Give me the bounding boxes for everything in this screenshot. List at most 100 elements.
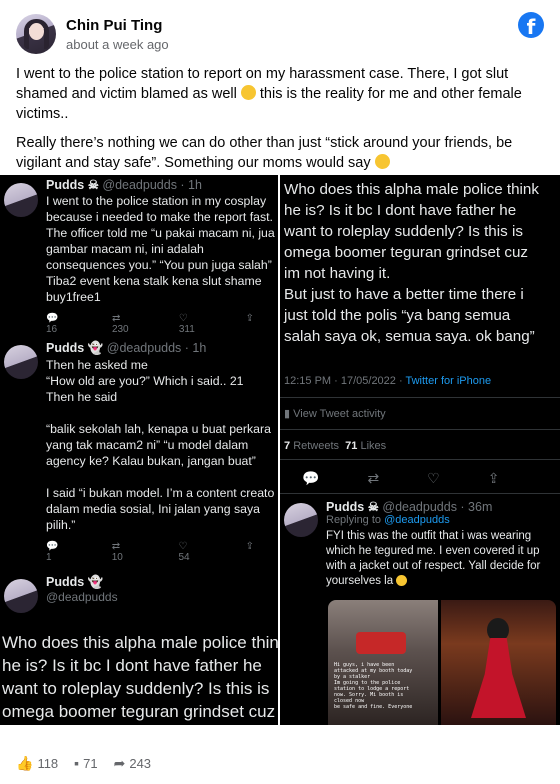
ghost-icon: 👻: [87, 341, 104, 355]
tweet-body: Pudds 👻 @deadpudds · 1h Then he asked me…: [46, 341, 276, 563]
ghost-icon: 👻: [87, 575, 104, 589]
retweet-icon: ⇄: [367, 470, 380, 486]
skull-icon: ☠: [367, 500, 379, 514]
share-stat[interactable]: ➦ 243: [114, 755, 151, 772]
tweet-avatar: [4, 579, 38, 613]
tweet-avatar: [284, 503, 318, 537]
post-text-2: Really there’s nothing we can do other t…: [16, 135, 513, 171]
facebook-icon: f: [518, 12, 544, 38]
sad-face-icon: [240, 85, 256, 100]
tweet-action-bar: 💬 ⇄ ♡ ⇪: [302, 470, 499, 487]
share-icon: ⇪: [487, 470, 500, 486]
divider: [280, 493, 560, 494]
tweet-text-large: Who does this alpha male police think he…: [284, 181, 539, 345]
bar-chart-icon: ▮: [284, 408, 291, 420]
tweet-text-large: Who does this alpha male police think he…: [2, 633, 280, 721]
replying-handle: @deadpudds: [384, 514, 450, 526]
comment-stat[interactable]: ▪ 71: [74, 755, 97, 771]
like-stat[interactable]: 👍 118: [16, 755, 58, 772]
like-count-value: 311: [178, 324, 195, 335]
tweet-text: Then he asked me “How old are you?” Whic…: [46, 358, 275, 532]
tweet-handle: @deadpudds · 1h: [102, 178, 202, 192]
post-meta: Chin Pui Ting about a week ago: [66, 17, 169, 52]
tweet-author: Pudds 👻: [46, 575, 276, 590]
author-name[interactable]: Chin Pui Ting: [66, 17, 169, 34]
tweet-avatar: [4, 345, 38, 379]
retweet-icon: ⇄: [111, 313, 121, 324]
reply-icon: 💬: [46, 541, 59, 552]
reply-icon: 💬: [46, 313, 59, 324]
tweet-body: Pudds ☠ @deadpudds · 1h I went to the po…: [46, 177, 276, 335]
worried-face-icon: [374, 154, 390, 169]
share-icon: ⇪: [245, 541, 255, 552]
tweet-name: Pudds: [46, 178, 85, 192]
comment-count: 71: [83, 755, 98, 771]
retweet-count: ⇄ 230: [112, 313, 157, 335]
reply-count-value: 1: [46, 552, 52, 563]
author-avatar[interactable]: [16, 14, 56, 54]
divider: [280, 429, 560, 430]
tweet-actions: 💬 16 ⇄ 230 ♡ 311 ⇪: [46, 313, 276, 335]
like-count: 118: [37, 755, 59, 771]
tweet-timestamp: 12:15 PM · 17/05/2022 · Twitter for iPho…: [284, 375, 491, 387]
tweet-body: Pudds ☠ @deadpudds · 36m Replying to @de…: [326, 499, 556, 589]
reply-text: FYI this was the outfit that i was weari…: [326, 530, 541, 587]
tweet-text: FYI this was the outfit that i was weari…: [326, 529, 556, 589]
activity-label: View Tweet activity: [293, 408, 386, 420]
thumbs-up-icon: 👍: [16, 754, 34, 771]
retweets-label: Retweets: [293, 440, 340, 452]
tweet-name: Pudds: [46, 575, 85, 589]
likes-count: 71: [345, 440, 358, 452]
reply-icon: 💬: [302, 470, 320, 486]
post-body: I went to the police station to report o…: [16, 64, 546, 182]
tweet-author: Pudds ☠ @deadpudds · 36m: [326, 499, 556, 514]
share-arrow-icon: ➦: [113, 754, 126, 771]
face-mask-shape: [356, 632, 406, 654]
skull-icon: ☠: [87, 178, 99, 192]
tweet-author: Pudds ☠ @deadpudds · 1h: [46, 177, 276, 192]
tweet-screenshot-right[interactable]: Who does this alpha male police think he…: [280, 175, 560, 725]
tweet-body: Pudds 👻 @deadpudds: [46, 575, 276, 604]
tweet-text: I went to the police station in my cospl…: [46, 194, 275, 304]
tweet-handle: @deadpudds: [46, 590, 118, 604]
comment-icon: ▪: [74, 755, 80, 771]
like-icon: ♡: [427, 470, 440, 486]
outfit-photo-1[interactable]: Hi guys, i have been attacked at my boot…: [328, 600, 438, 725]
replying-label: Replying to: [326, 514, 385, 526]
tweet-name: Pudds: [326, 500, 365, 514]
like-icon: ♡: [178, 541, 188, 552]
tweet-source: Twitter for iPhone: [405, 375, 492, 387]
post-paragraph: I went to the police station to report o…: [16, 64, 546, 124]
likes-label: Likes: [360, 440, 387, 452]
tweet-author: Pudds 👻 @deadpudds · 1h: [46, 341, 276, 356]
share-count: 243: [129, 755, 152, 771]
divider: [280, 397, 560, 398]
outfit-photo-2[interactable]: [441, 600, 556, 725]
tweet-actions: 💬 1 ⇄ 10 ♡ 54 ⇪: [46, 541, 276, 563]
post-header: Chin Pui Ting about a week ago f: [16, 12, 544, 56]
reply-count: 💬 1: [46, 541, 90, 563]
retweet-count-value: 10: [111, 552, 123, 563]
reply-count: 💬 16: [46, 313, 90, 335]
retweet-icon: ⇄: [111, 541, 121, 552]
like-count: ♡ 54: [178, 541, 223, 563]
tweet-screenshot-left[interactable]: Pudds ☠ @deadpudds · 1h I went to the po…: [0, 175, 280, 725]
share-icon: ⇪: [245, 313, 254, 324]
replying-to: Replying to @deadpudds: [326, 514, 556, 526]
red-dress-shape: [471, 638, 526, 718]
reply-count-value: 16: [46, 324, 58, 335]
like-count: ♡ 311: [179, 313, 224, 335]
grimace-face-icon: [396, 575, 408, 586]
post-paragraph: Really there’s nothing we can do other t…: [16, 133, 546, 173]
retweet-count-value: 230: [111, 324, 129, 335]
tweet-stats: 7 Retweets 71 Likes: [284, 440, 386, 452]
tweet-handle: @deadpudds · 36m: [382, 500, 493, 514]
photo-caption: Hi guys, i have been attacked at my boot…: [334, 662, 413, 710]
timestamp-text: 12:15 PM · 17/05/2022 ·: [284, 375, 406, 387]
post-time[interactable]: about a week ago: [66, 37, 169, 52]
facebook-post: Chin Pui Ting about a week ago f I went …: [0, 0, 560, 784]
like-count-value: 54: [178, 552, 190, 563]
tweet-avatar: [4, 183, 38, 217]
retweets-count: 7: [284, 440, 291, 452]
like-icon: ♡: [178, 313, 188, 324]
